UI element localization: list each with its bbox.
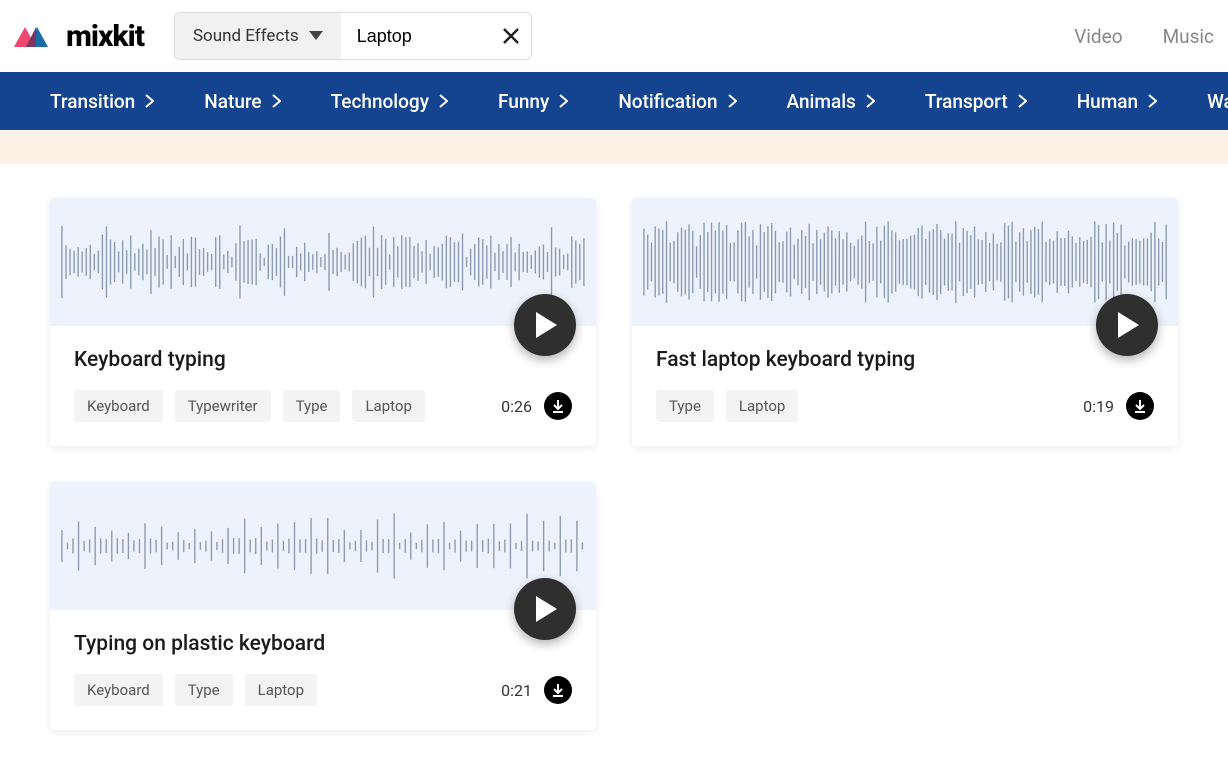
card-body: Typing on plastic keyboard Keyboard Type La… [50,610,596,730]
sound-card: Fast laptop keyboard typing Type Laptop 0:1… [632,198,1178,446]
chevron-right-icon [728,94,737,108]
category-label: Funny [498,90,549,113]
download-button[interactable] [1126,392,1154,420]
category-label: Human [1077,90,1138,113]
chevron-right-icon [145,94,154,108]
waveform[interactable] [50,482,596,610]
card-body: Fast laptop keyboard typing Type Laptop 0:1… [632,326,1178,446]
search-input[interactable] [341,13,491,59]
chevron-down-icon [309,31,323,41]
duration: 0:26 [501,397,532,416]
chevron-right-icon [1148,94,1157,108]
category-nature[interactable]: Nature [204,90,280,113]
waveform[interactable] [50,198,596,326]
chevron-right-icon [1018,94,1027,108]
chevron-right-icon [866,94,875,108]
logo-mark-icon [14,21,60,51]
results-grid: Keyboard typing Keyboard Typewriter Type Lap… [0,164,1228,764]
card-footer: Keyboard Type Laptop 0:21 [74,674,572,706]
play-button[interactable] [1096,294,1158,356]
tag[interactable]: Typewriter [175,390,271,422]
search-category-dropdown[interactable]: Sound Effects [175,13,341,59]
tag[interactable]: Type [656,390,714,422]
tag[interactable]: Keyboard [74,674,163,706]
category-transition[interactable]: Transition [50,90,154,113]
category-label: Animals [787,90,856,113]
duration: 0:21 [501,681,532,700]
chevron-right-icon [559,94,568,108]
tag[interactable]: Keyboard [74,390,163,422]
category-label: Transport [925,90,1008,113]
logo[interactable]: mixkit [14,19,144,54]
nav-right: Video Music [1074,25,1214,48]
sound-title[interactable]: Fast laptop keyboard typing [656,348,1154,372]
tag[interactable]: Type [175,674,233,706]
category-label: Transition [50,90,135,113]
search-category-label: Sound Effects [193,26,299,46]
category-label: Notification [618,90,717,113]
tag[interactable]: Type [283,390,341,422]
category-notification[interactable]: Notification [618,90,736,113]
sound-card: Typing on plastic keyboard Keyboard Type La… [50,482,596,730]
tag[interactable]: Laptop [352,390,424,422]
category-bar: Transition Nature Technology Funny Notificat… [0,72,1228,130]
nav-link-music[interactable]: Music [1163,25,1214,48]
card-footer: Type Laptop 0:19 [656,390,1154,422]
category-animals[interactable]: Animals [787,90,875,113]
tag[interactable]: Laptop [245,674,317,706]
play-icon [1115,312,1139,338]
category-label: Technology [331,90,429,113]
waveform[interactable] [632,198,1178,326]
close-icon [502,27,520,45]
sound-card: Keyboard typing Keyboard Typewriter Type Lap… [50,198,596,446]
download-icon [551,399,565,413]
chevron-right-icon [272,94,281,108]
header: mixkit Sound Effects Video Music [0,0,1228,72]
tag[interactable]: Laptop [726,390,798,422]
play-icon [533,596,557,622]
card-body: Keyboard typing Keyboard Typewriter Type Lap… [50,326,596,446]
play-icon [533,312,557,338]
play-button[interactable] [514,578,576,640]
download-button[interactable] [544,676,572,704]
download-icon [1133,399,1147,413]
category-human[interactable]: Human [1077,90,1157,113]
category-transport[interactable]: Transport [925,90,1027,113]
download-icon [551,683,565,697]
category-label: Warfare [1207,90,1228,113]
download-button[interactable] [544,392,572,420]
chevron-right-icon [439,94,448,108]
search-box: Sound Effects [174,12,532,60]
category-warfare[interactable]: Warfare [1207,90,1228,113]
search-clear-button[interactable] [491,13,531,59]
category-technology[interactable]: Technology [331,90,448,113]
duration: 0:19 [1083,397,1114,416]
nav-link-video[interactable]: Video [1074,25,1122,48]
card-footer: Keyboard Typewriter Type Laptop 0:26 [74,390,572,422]
play-button[interactable] [514,294,576,356]
logo-text: mixkit [66,19,144,54]
sound-title[interactable]: Keyboard typing [74,348,572,372]
category-funny[interactable]: Funny [498,90,568,113]
promo-banner [0,130,1228,164]
sound-title[interactable]: Typing on plastic keyboard [74,632,572,656]
category-label: Nature [204,90,261,113]
